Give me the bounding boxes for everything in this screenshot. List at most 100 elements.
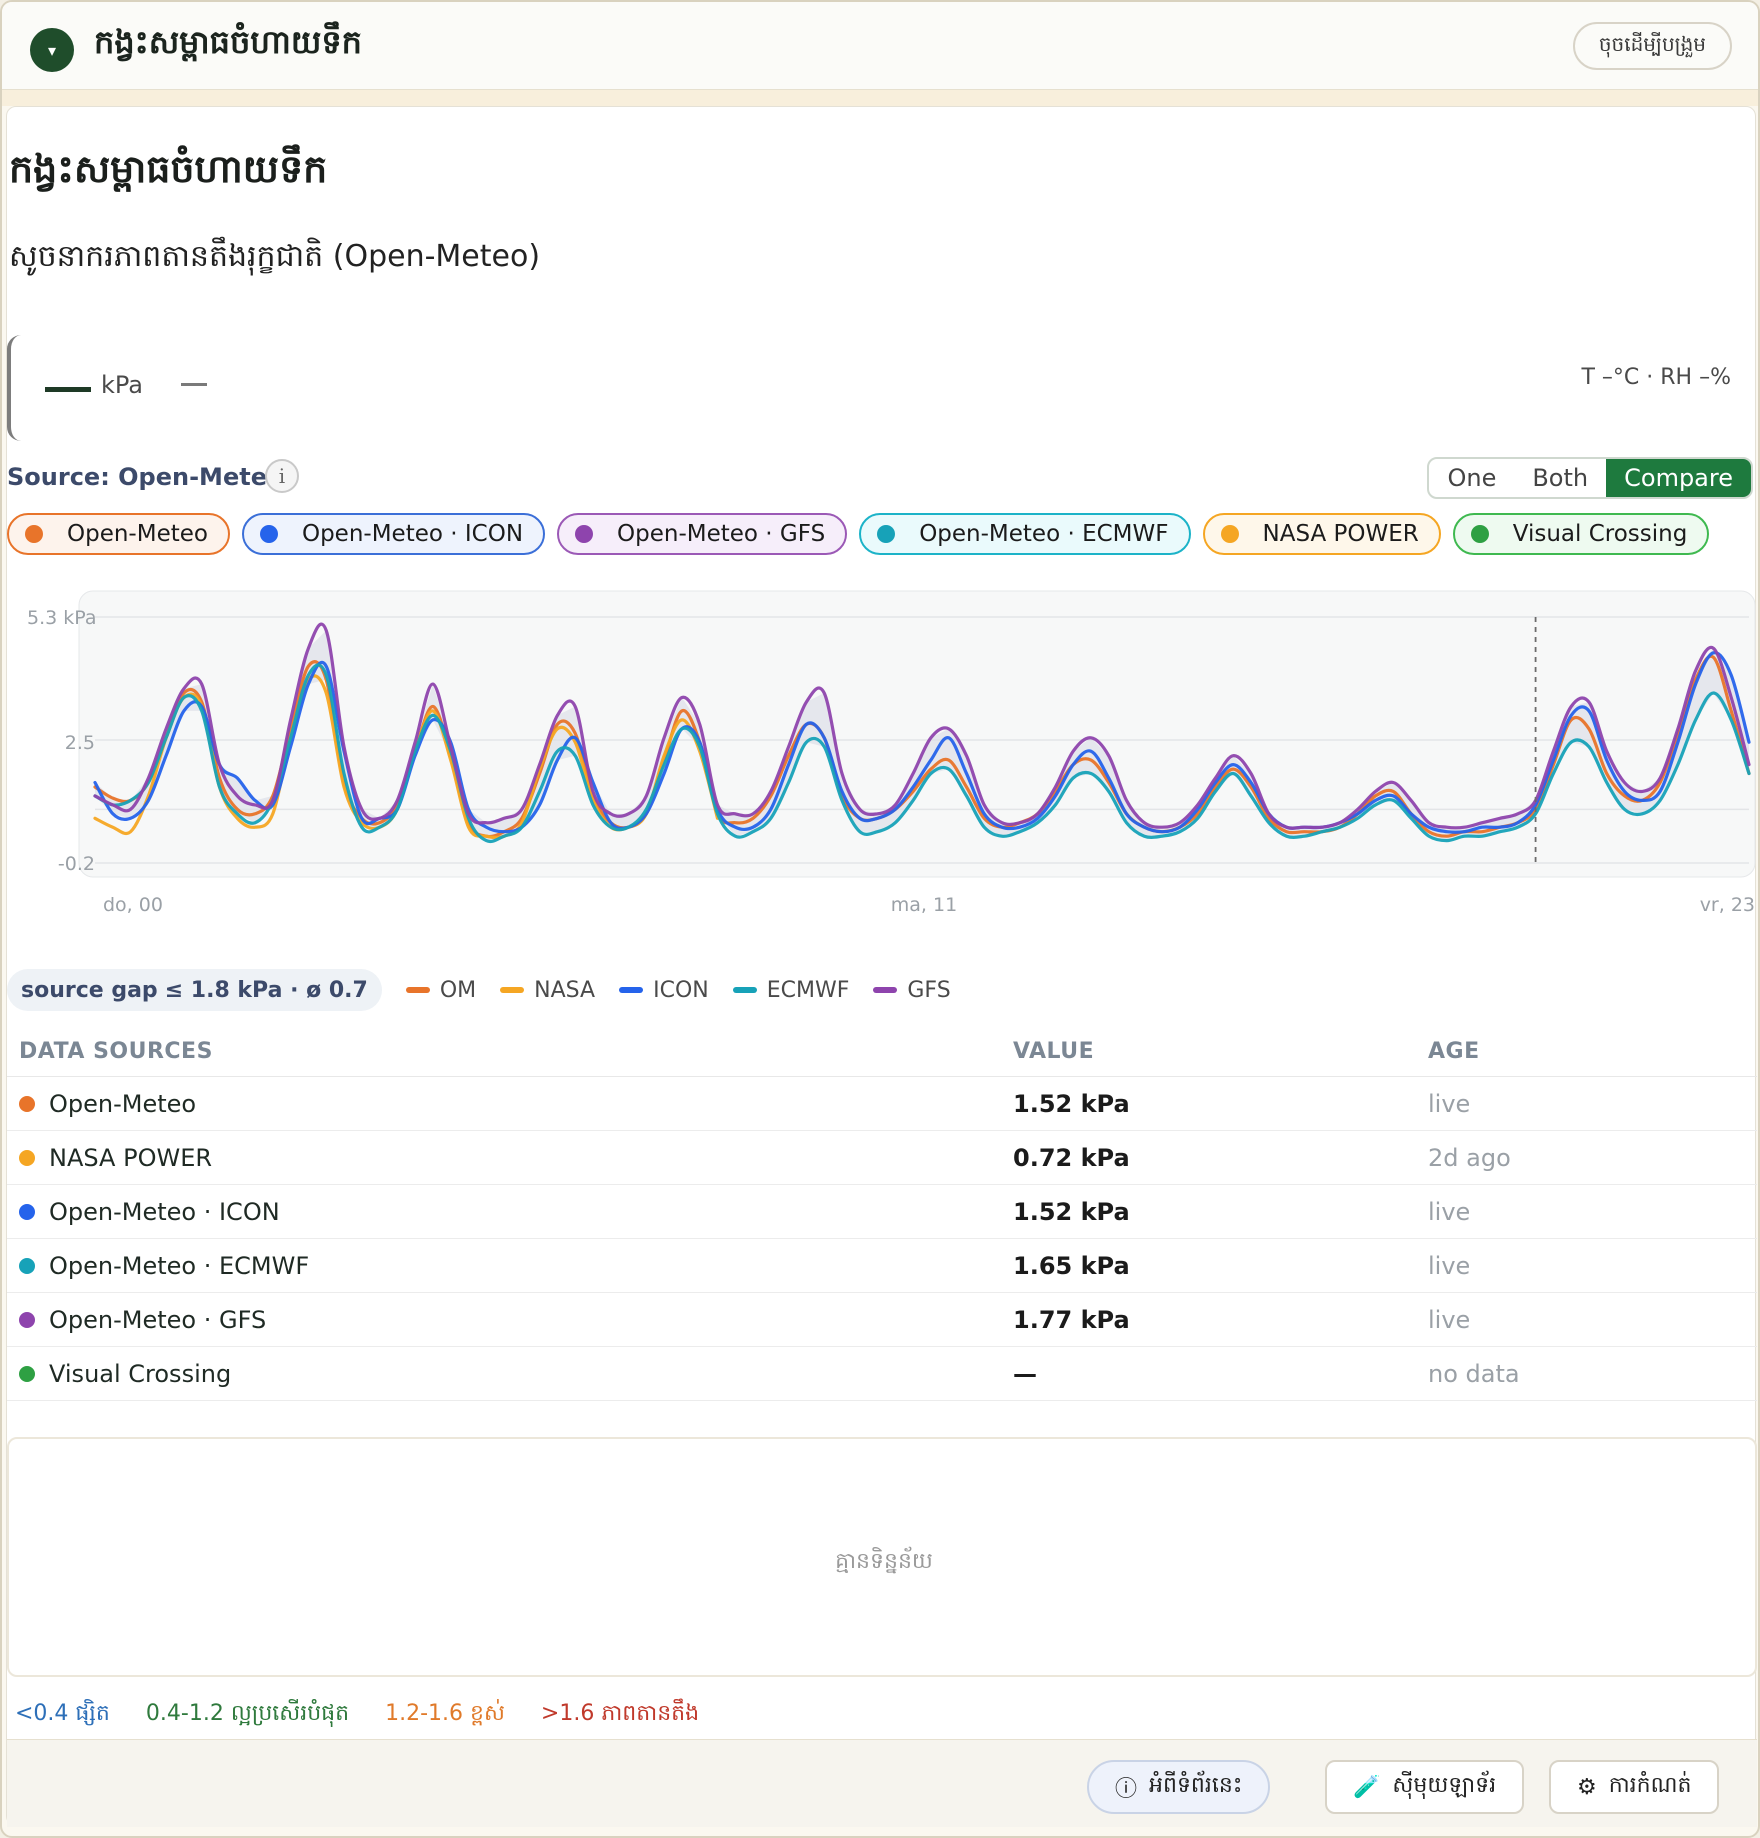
footer: ⓘ អំពីទំព័រនេះ 🧪 ស៊ីមុយឡាទ័រ ⚙ ការកំណត់: [7, 1739, 1757, 1827]
mode-compare-button[interactable]: Compare: [1606, 459, 1751, 497]
header-value: VALUE: [1013, 1039, 1095, 1064]
info-icon: ⓘ: [1115, 1777, 1138, 1802]
info-icon[interactable]: i: [265, 459, 299, 493]
chip-color-dot: [1220, 525, 1239, 543]
mode-one-button[interactable]: One: [1429, 459, 1514, 497]
source-chip[interactable]: Visual Crossing: [1452, 513, 1710, 555]
x-tick-label: ma, 11: [891, 894, 957, 916]
y-tick-label: 2.5: [65, 732, 95, 754]
source-name: Visual Crossing: [49, 1359, 232, 1388]
collapse-button[interactable]: ចុចដើម្បីបង្រួម: [1572, 22, 1732, 70]
age-cell: live: [1428, 1305, 1471, 1334]
source-chip[interactable]: Open-Meteo · GFS: [557, 513, 848, 555]
chip-color-dot: [25, 525, 43, 543]
chip-color-dot: [1470, 525, 1489, 543]
source-color-dot: [19, 1203, 35, 1220]
legend-item: ECMWF: [732, 977, 850, 1003]
table-row: Open-Meteo · GFS 1.77 kPa live: [7, 1293, 1757, 1347]
chip-color-dot: [877, 525, 896, 543]
legend-label: NASA: [534, 977, 596, 1003]
card-header: ▾ កង្វះសម្ពាធចំហាយទឹក ចុចដើម្បីបង្រួម: [2, 2, 1758, 90]
scale-item: <0.4 ផ្សិត: [15, 1701, 110, 1726]
test-tube-icon: 🧪: [1353, 1774, 1381, 1800]
header-source: DATA SOURCES: [19, 1039, 213, 1064]
age-cell: 2d ago: [1428, 1143, 1511, 1172]
plot-area: [78, 590, 1756, 878]
legend-label: OM: [439, 977, 477, 1003]
mode-both-button[interactable]: Both: [1514, 459, 1606, 497]
source-color-dot: [19, 1257, 35, 1274]
vpd-scale-legend: <0.4 ផ្សិត 0.4-1.2 ល្អប្រសើរបំផុត 1.2-1.6 …: [15, 1699, 699, 1731]
source-cell: Open-Meteo · GFS: [7, 1306, 1013, 1334]
legend-swatch: [500, 987, 525, 993]
source-color-dot: [19, 1095, 35, 1112]
vpd-chart: 5.3 kPa 2.5 -0.2 do, 00 ma, 11 vr, 23: [7, 567, 1757, 916]
reading-value-placeholder: [45, 387, 91, 392]
chip-label: NASA POWER: [1262, 521, 1419, 547]
chart-legend: source gap ≤ 1.8 kPa · ø 0.7 OM NASA ICON E…: [7, 969, 951, 1011]
chart-svg: 5.3 kPa 2.5 -0.2 do, 00 ma, 11 vr, 23: [27, 590, 1756, 916]
scale-item: 0.4-1.2 ល្អប្រសើរបំផុត: [145, 1701, 350, 1726]
legend-item: ICON: [619, 978, 709, 1003]
chip-label: Visual Crossing: [1512, 521, 1688, 547]
temp-humidity-readout: T –°C · RH –%: [1581, 365, 1732, 390]
current-reading-card: kPa T –°C · RH –%: [7, 335, 1757, 441]
source-cell: Open-Meteo · ICON: [7, 1198, 1013, 1226]
chip-label: Open-Meteo · ICON: [301, 521, 524, 547]
value-cell: 1.65 kPa: [1013, 1251, 1130, 1280]
table-row: NASA POWER 0.72 kPa 2d ago: [7, 1131, 1757, 1185]
chip-label: Open-Meteo: [67, 521, 208, 547]
source-chip[interactable]: Open-Meteo: [7, 513, 230, 555]
value-cell: 1.52 kPa: [1013, 1197, 1130, 1226]
legend-label: GFS: [907, 977, 951, 1003]
page-title: កង្វះសម្ពាធចំហាយទឹក: [9, 147, 328, 191]
value-cell: 0.72 kPa: [1013, 1143, 1130, 1172]
legend-label: ICON: [653, 977, 709, 1003]
legend-swatch: [619, 987, 644, 993]
view-mode-toggle: One Both Compare: [1427, 457, 1753, 499]
source-name: NASA POWER: [49, 1143, 213, 1172]
source-color-dot: [19, 1365, 35, 1382]
source-chip[interactable]: Open-Meteo · ICON: [241, 513, 546, 555]
empty-chart-area: គ្មានទិន្នន័យ: [7, 1437, 1757, 1677]
legend-item: OM: [405, 977, 477, 1003]
chip-color-dot: [259, 525, 278, 543]
chip-label: Open-Meteo · ECMWF: [919, 521, 1169, 547]
source-color-dot: [19, 1149, 35, 1166]
source-gap-label: source gap: [21, 977, 158, 1003]
value-cell: 1.77 kPa: [1013, 1305, 1130, 1334]
source-chips: Open-Meteo Open-Meteo · ICON Open-Meteo · …: [7, 513, 1710, 555]
reading-unit: kPa: [101, 371, 143, 399]
chip-label: Open-Meteo · GFS: [617, 521, 826, 547]
vpd-panel: កង្វះសម្ពាធចំហាយទឹក សូចនាករភាពតានតឹងរុក្…: [6, 106, 1757, 1827]
scale-item: 1.2-1.6 ខ្ពស់: [385, 1701, 505, 1726]
table-row: Open-Meteo · ICON 1.52 kPa live: [7, 1185, 1757, 1239]
settings-button[interactable]: ⚙ ការកំណត់: [1549, 1760, 1720, 1814]
source-cell: Open-Meteo: [7, 1090, 1013, 1118]
app-window: ▾ កង្វះសម្ពាធចំហាយទឹក ចុចដើម្បីបង្រួម កង…: [0, 0, 1760, 1838]
legend-swatch: [732, 987, 757, 993]
source-gap-value: ≤ 1.8 kPa · ø 0.7: [164, 977, 368, 1003]
scale-item: >1.6 ភាពតានតឹង: [540, 1701, 700, 1726]
about-button[interactable]: ⓘ អំពីទំព័រនេះ: [1087, 1760, 1271, 1814]
source-gap-pill: source gap ≤ 1.8 kPa · ø 0.7: [7, 969, 382, 1011]
table-header: DATA SOURCES VALUE AGE: [7, 1027, 1757, 1077]
legend-item: NASA: [500, 978, 595, 1003]
source-chip[interactable]: Open-Meteo · ECMWF: [859, 513, 1191, 555]
chip-color-dot: [575, 525, 594, 543]
age-cell: live: [1428, 1251, 1471, 1280]
source-name: Open-Meteo · GFS: [49, 1305, 267, 1334]
source-color-dot: [19, 1311, 35, 1328]
empty-state-text: គ្មានទិន្នន័យ: [835, 1549, 933, 1574]
legend-swatch: [873, 987, 898, 993]
simulator-button[interactable]: 🧪 ស៊ីមុយឡាទ័រ: [1325, 1760, 1525, 1814]
value-cell: —: [1013, 1359, 1037, 1388]
legend-label: ECMWF: [766, 977, 850, 1003]
header-age: AGE: [1428, 1039, 1480, 1064]
source-cell: Open-Meteo · ECMWF: [7, 1252, 1013, 1280]
source-chip[interactable]: NASA POWER: [1202, 513, 1441, 555]
trend-indicator: [181, 383, 207, 386]
collapse-toggle-icon[interactable]: ▾: [30, 28, 74, 72]
source-cell: NASA POWER: [7, 1144, 1013, 1172]
age-cell: live: [1428, 1197, 1471, 1226]
